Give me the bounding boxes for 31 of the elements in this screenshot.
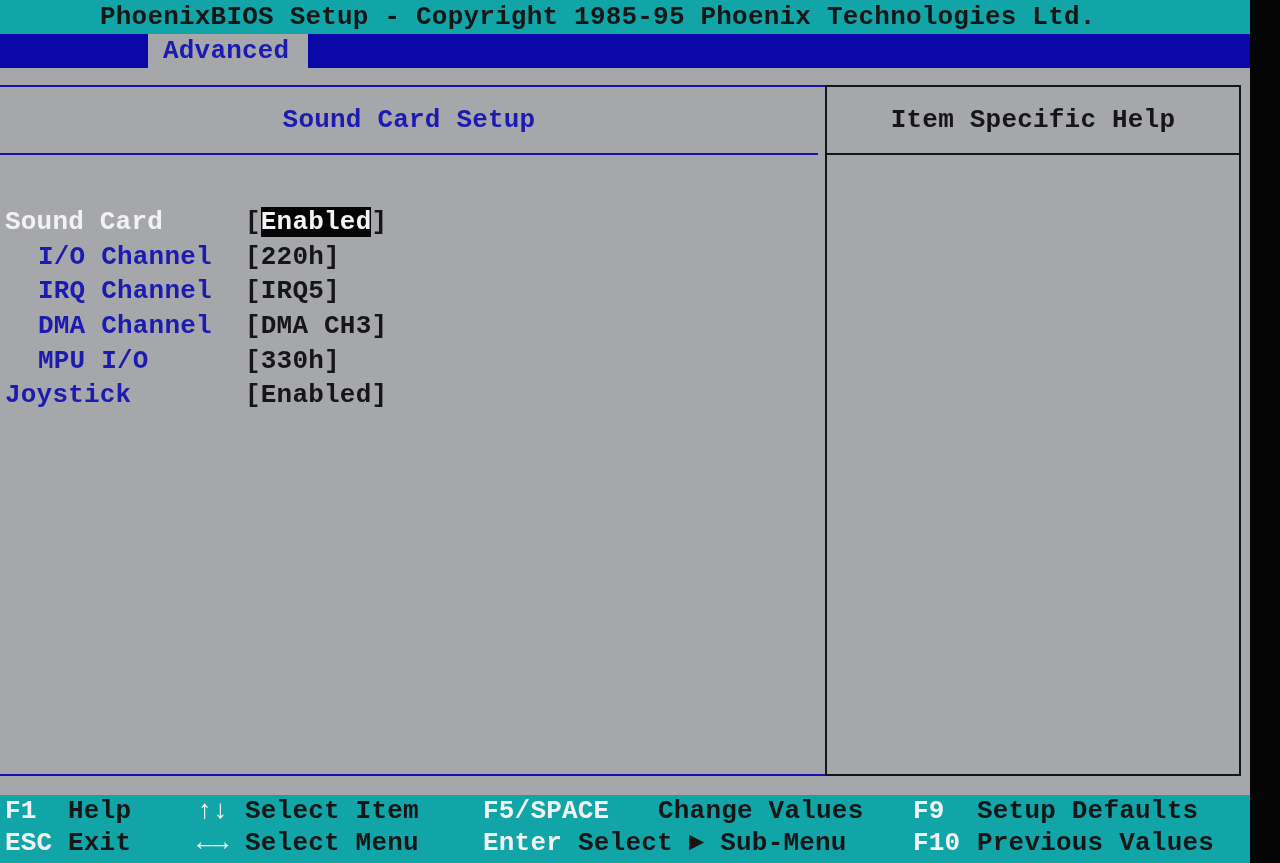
setting-value[interactable]: [DMA CH3]	[245, 311, 388, 342]
setting-label: Joystick	[5, 380, 132, 411]
bios-title: PhoenixBIOS Setup - Copyright 1985-95 Phoenix Technologies Ltd.	[100, 2, 1096, 32]
key-label: Enter	[483, 829, 562, 857]
key-description: Select ► Sub-Menu	[578, 829, 847, 857]
panel-title: Sound Card Setup	[282, 105, 536, 135]
setting-value[interactable]: [330h]	[245, 345, 340, 376]
setting-value[interactable]: [Enabled]	[245, 380, 388, 411]
help-title: Item Specific Help	[890, 105, 1176, 135]
key-label: F5/SPACE	[483, 797, 610, 825]
setting-value[interactable]: [IRQ5]	[245, 276, 340, 307]
menu-tab[interactable]: Advanced	[148, 34, 309, 68]
key-description: Select Item	[245, 797, 419, 825]
key-label: F10	[913, 829, 961, 857]
key-description: Change Values	[658, 797, 864, 825]
key-label: ↑↓	[197, 797, 229, 825]
key-description: Setup Defaults	[977, 797, 1199, 825]
key-description: Select Menu	[245, 829, 419, 857]
key-label: ←→	[197, 829, 229, 857]
key-description: Help	[68, 797, 132, 825]
setting-value[interactable]: [220h]	[245, 241, 340, 272]
setting-label: MPU I/O	[38, 345, 149, 376]
setting-label: DMA Channel	[38, 311, 212, 342]
setting-label: IRQ Channel	[38, 276, 212, 307]
key-label: ESC	[5, 829, 53, 857]
key-description: Exit	[68, 829, 132, 857]
key-label: F1	[5, 797, 37, 825]
setting-label: Sound Card	[5, 207, 164, 238]
key-label: F9	[913, 797, 945, 825]
setting-label: I/O Channel	[38, 241, 212, 272]
key-description: Previous Values	[977, 829, 1215, 857]
